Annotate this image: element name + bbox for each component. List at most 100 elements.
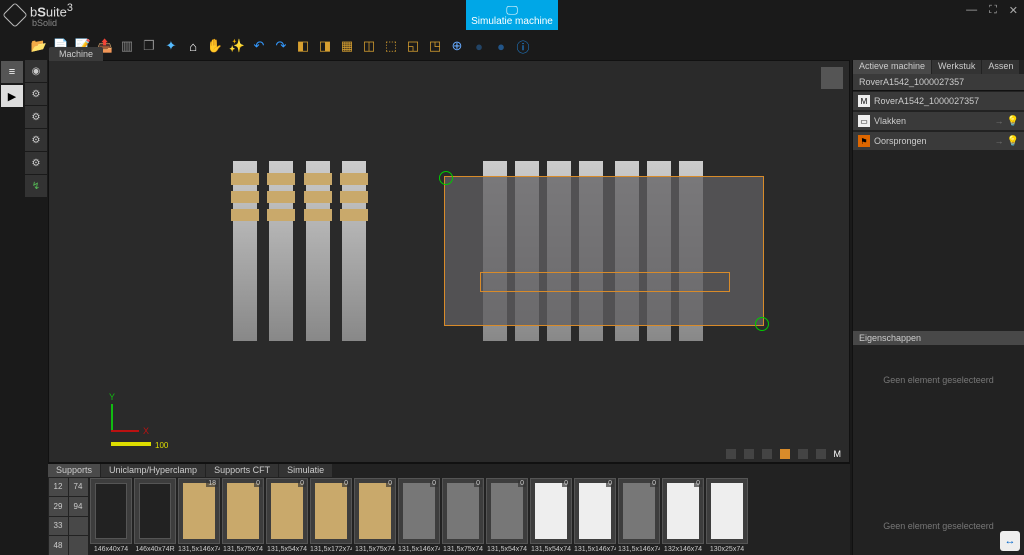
right-panel: Actieve machine Werkstuk Assen RoverA154… [852, 60, 1024, 555]
tab-simulatie[interactable]: Simulatie [279, 464, 332, 477]
support-item[interactable]: 146x40x74 [90, 478, 132, 553]
close-button[interactable]: ✕ [1009, 4, 1018, 17]
support-item[interactable]: 18131,5x146x74 [178, 478, 220, 553]
status-dot-4[interactable] [780, 449, 790, 459]
target-icon[interactable]: ✦ [162, 37, 180, 55]
support-item[interactable]: 146x40x74R [134, 478, 176, 553]
view6-icon[interactable]: ◱ [404, 37, 422, 55]
remote-support-icon[interactable]: ↔ [1000, 531, 1020, 551]
tree-oorsprongen[interactable]: ⚑ Oorsprongen → 💡 [853, 132, 1024, 150]
status-dot-5[interactable] [798, 449, 808, 459]
app-title-block: bSuite3 bSolid [30, 2, 73, 28]
view2-icon[interactable]: ◨ [316, 37, 334, 55]
size-column: 1274 2994 33 48 [48, 477, 88, 555]
grid-icon[interactable]: ⊕ [448, 37, 466, 55]
tab-assen[interactable]: Assen [982, 60, 1019, 74]
viewport[interactable]: Machine Y X 100 M [48, 60, 850, 463]
no-selection-text: Geen element geselecteerd [853, 345, 1024, 415]
status-dot-6[interactable] [816, 449, 826, 459]
left-tab-play[interactable]: ▶ [1, 85, 23, 107]
view5-icon[interactable]: ⬚ [382, 37, 400, 55]
size-cell[interactable]: 12 [49, 478, 68, 497]
support-item[interactable]: 0131,5x54x74 [486, 478, 528, 553]
app-logo-icon [2, 2, 27, 27]
support-item[interactable]: 0131,5x54x74 [530, 478, 572, 553]
tree-label: Oorsprongen [874, 136, 927, 146]
pan-icon[interactable]: ✋ [206, 37, 224, 55]
view4-icon[interactable]: ◫ [360, 37, 378, 55]
left-tab-1[interactable]: ≡ [1, 61, 23, 83]
monitor-icon: 🖵 [506, 4, 518, 16]
globe2-icon[interactable]: ● [492, 37, 510, 55]
undo-icon[interactable]: ↶ [250, 37, 268, 55]
size-cell[interactable] [69, 536, 88, 555]
info-icon[interactable]: ⓘ [514, 37, 532, 55]
tab-uniclamp[interactable]: Uniclamp/Hyperclamp [101, 464, 205, 477]
status-dot-3[interactable] [762, 449, 772, 459]
main-toolbar: 📂 📄 📝 📤 ▥ ❐ ✦ ⌂ ✋ ✨ ↶ ↷ ◧ ◨ ▦ ◫ ⬚ ◱ ◳ ⊕ … [0, 34, 1024, 58]
bottom-tabs: Supports Uniclamp/Hyperclamp Supports CF… [48, 464, 850, 477]
tool-5[interactable]: ⚙ [25, 152, 47, 174]
axis-y-label: Y [109, 392, 115, 402]
size-cell[interactable]: 48 [49, 536, 68, 555]
tree-machine[interactable]: M RoverA1542_1000027357 [853, 92, 1024, 110]
corner-handle-br[interactable] [755, 317, 769, 331]
redo-icon[interactable]: ↷ [272, 37, 290, 55]
tool-1[interactable]: ◉ [25, 60, 47, 82]
viewport-tab[interactable]: Machine [49, 47, 103, 61]
tab-werkstuk[interactable]: Werkstuk [932, 60, 981, 74]
window-controls: — ⛶ ✕ [966, 4, 1018, 17]
tool-4[interactable]: ⚙ [25, 129, 47, 151]
open-icon[interactable]: 📂 [30, 37, 48, 55]
bulb-icon[interactable]: 💡 [1007, 116, 1019, 127]
axis-x-label: X [143, 426, 149, 436]
corner-handle-tl[interactable] [439, 171, 453, 185]
workpiece[interactable] [444, 176, 764, 326]
bulb-icon[interactable]: 💡 [1007, 136, 1019, 147]
size-cell[interactable] [69, 517, 88, 536]
view3-icon[interactable]: ▦ [338, 37, 356, 55]
tool-6[interactable]: ↯ [25, 175, 47, 197]
app-subtitle: bSolid [32, 19, 73, 28]
wand-icon[interactable]: ✨ [228, 37, 246, 55]
status-dot-1[interactable] [726, 449, 736, 459]
maximize-button[interactable]: ⛶ [989, 4, 997, 17]
flag-icon: ⚑ [858, 135, 870, 147]
home-icon[interactable]: ⌂ [184, 37, 202, 55]
view-cube[interactable] [821, 67, 843, 89]
support-item[interactable]: 0131,5x146x74 [618, 478, 660, 553]
support-item[interactable]: 0131,5x54x74 [266, 478, 308, 553]
tree-vlakken[interactable]: ▭ Vlakken → 💡 [853, 112, 1024, 130]
size-cell[interactable]: 94 [69, 497, 88, 516]
machine-select[interactable]: RoverA1542_1000027357 [853, 74, 1024, 91]
simulate-machine-button[interactable]: 🖵 Simulatie machine [466, 0, 558, 30]
tool-2[interactable]: ⚙ [25, 83, 47, 105]
view7-icon[interactable]: ◳ [426, 37, 444, 55]
scale-bar [111, 442, 151, 446]
support-item[interactable]: 0131,5x75x74 [442, 478, 484, 553]
support-item[interactable]: 0131,5x146x74 [574, 478, 616, 553]
tool-3[interactable]: ⚙ [25, 106, 47, 128]
status-dot-2[interactable] [744, 449, 754, 459]
support-item[interactable]: 0131,5x75x74 [354, 478, 396, 553]
size-cell[interactable]: 33 [49, 517, 68, 536]
copy-icon[interactable]: ❐ [140, 37, 158, 55]
support-item[interactable]: 0131,5x172x74 [310, 478, 352, 553]
page-icon: M [858, 95, 870, 107]
support-item[interactable]: 0132x146x74 [662, 478, 704, 553]
right-tabs: Actieve machine Werkstuk Assen [853, 60, 1024, 74]
layers-icon[interactable]: ▥ [118, 37, 136, 55]
tab-active-machine[interactable]: Actieve machine [853, 60, 931, 74]
bottom-panel: Supports Uniclamp/Hyperclamp Supports CF… [48, 463, 850, 555]
size-cell[interactable]: 74 [69, 478, 88, 497]
support-item[interactable]: 130x25x74 [706, 478, 748, 553]
arrow-icon: → [995, 136, 1004, 146]
size-cell[interactable]: 29 [49, 497, 68, 516]
support-item[interactable]: 0131,5x146x74 [398, 478, 440, 553]
view1-icon[interactable]: ◧ [294, 37, 312, 55]
globe1-icon[interactable]: ● [470, 37, 488, 55]
tab-supports-cft[interactable]: Supports CFT [206, 464, 278, 477]
tab-supports[interactable]: Supports [48, 464, 100, 477]
minimize-button[interactable]: — [966, 4, 977, 17]
support-item[interactable]: 0131,5x75x74 [222, 478, 264, 553]
